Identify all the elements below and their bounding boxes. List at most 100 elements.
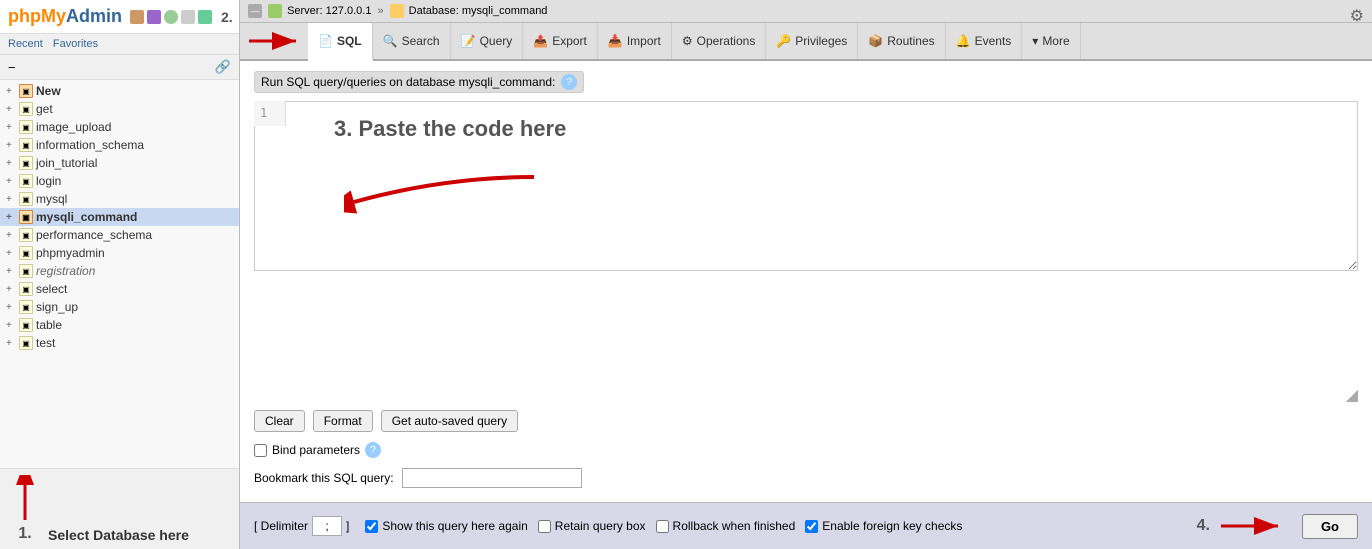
tab-privileges[interactable]: 🔑 Privileges [766,23,858,59]
logo-icons: 2. [130,9,233,25]
delimiter-input[interactable] [312,516,342,536]
sql-header-bar: Run SQL query/queries on database mysqli… [254,71,584,93]
list-item[interactable]: + ▣ test [0,334,239,352]
tab-more[interactable]: ▾ More [1022,23,1080,59]
list-item[interactable]: + ▣ sign_up [0,298,239,316]
logo-admin: Admin [66,6,122,26]
clear-button[interactable]: Clear [254,410,305,432]
tab-query[interactable]: 📝 Query [451,23,524,59]
tab-export[interactable]: 📤 Export [523,23,598,59]
options-group: Show this query here again Retain query … [365,519,1180,533]
db-icon [147,10,161,24]
content-area: Run SQL query/queries on database mysqli… [240,61,1372,549]
database-list: + ▣ New + ▣ get + ▣ image_upload + ▣ inf… [0,80,239,468]
format-button[interactable]: Format [313,410,373,432]
favorites-link[interactable]: Favorites [53,38,98,50]
help-icon[interactable]: ? [561,74,577,90]
sql-tab-label: SQL [337,34,362,48]
foreign-key-option: Enable foreign key checks [805,519,962,533]
retain-query-checkbox[interactable] [538,520,551,533]
breadcrumb-server: Server: 127.0.0.1 [268,4,371,18]
window-close-button[interactable]: — [248,4,262,18]
logo-header: phpMyAdmin 2. [0,0,239,34]
list-item[interactable]: + ▣ performance_schema [0,226,239,244]
routines-tab-label: Routines [887,34,934,48]
tab-routines[interactable]: 📦 Routines [858,23,945,59]
bind-params-help-icon[interactable]: ? [365,442,381,458]
list-item[interactable]: + ▣ New [0,82,239,100]
list-item[interactable]: + ▣ information_schema [0,136,239,154]
list-item[interactable]: + ▣ login [0,172,239,190]
bind-params-checkbox[interactable] [254,444,267,457]
events-tab-icon: 🔔 [956,34,971,48]
retain-query-option: Retain query box [538,519,646,533]
resize-handle[interactable] [1346,390,1358,402]
tab-import[interactable]: 📥 Import [598,23,672,59]
sql-editor[interactable] [254,101,1358,271]
db-label: mysql [36,192,67,206]
list-item-selected[interactable]: + ▣ mysqli_command [0,208,239,226]
db-folder-icon: ▣ [19,264,33,278]
expand-icon: + [6,122,16,133]
sql-editor-wrapper: 1 3. Paste the code here [254,101,1358,402]
tab-operations[interactable]: ⚙ Operations [672,23,766,59]
main-content: — Server: 127.0.0.1 » Database: mysqli_c… [240,0,1372,549]
minus-icon[interactable]: − [8,60,16,75]
privileges-tab-label: Privileges [795,34,847,48]
operations-tab-label: Operations [697,34,756,48]
list-item[interactable]: + ▣ table [0,316,239,334]
db-bread-icon [390,4,404,18]
export-tab-label: Export [552,34,587,48]
expand-icon: + [6,284,16,295]
list-item[interactable]: + ▣ join_tutorial [0,154,239,172]
sql-panel-header: Run SQL query/queries on database mysqli… [254,71,1358,93]
routines-tab-icon: 📦 [868,34,883,48]
db-folder-icon: ▣ [19,84,33,98]
sidebar-nav: Recent Favorites [0,34,239,55]
bind-params-row: Bind parameters ? [254,442,1358,458]
logo: phpMyAdmin [8,6,122,27]
go-button[interactable]: Go [1302,514,1358,539]
foreign-key-label: Enable foreign key checks [822,519,962,533]
bookmark-input[interactable] [402,468,582,488]
list-item[interactable]: + ▣ get [0,100,239,118]
import-tab-label: Import [627,34,661,48]
tab-events[interactable]: 🔔 Events [946,23,1023,59]
list-item[interactable]: + ▣ mysql [0,190,239,208]
list-item[interactable]: + ▣ select [0,280,239,298]
db-label: join_tutorial [36,156,97,170]
green-icon [198,10,212,24]
step1-arrow [10,475,40,525]
db-folder-icon: ▣ [19,282,33,296]
db-text: Database: mysqli_command [409,5,548,17]
rollback-checkbox[interactable] [656,520,669,533]
link-icon[interactable]: 🔗 [215,59,231,75]
recent-link[interactable]: Recent [8,38,43,50]
foreign-key-checkbox[interactable] [805,520,818,533]
expand-icon: + [6,212,16,223]
expand-icon: + [6,320,16,331]
expand-icon: + [6,158,16,169]
show-query-label: Show this query here again [382,519,527,533]
db-label: registration [36,264,95,278]
step1-num: 1. [18,525,31,543]
db-folder-icon: ▣ [19,192,33,206]
db-folder-icon: ▣ [19,336,33,350]
tab-search[interactable]: 🔍 Search [373,23,451,59]
db-folder-icon: ▣ [19,174,33,188]
list-item[interactable]: + ▣ registration [0,262,239,280]
settings-icon [181,10,195,24]
db-label: table [36,318,62,332]
list-item[interactable]: + ▣ image_upload [0,118,239,136]
db-label: select [36,282,67,296]
db-folder-icon: ▣ [19,300,33,314]
db-folder-icon: ▣ [19,318,33,332]
expand-icon: + [6,248,16,259]
db-label: sign_up [36,300,78,314]
tab-sql[interactable]: 📄 SQL [308,23,373,61]
list-item[interactable]: + ▣ phpmyadmin [0,244,239,262]
expand-icon: + [6,266,16,277]
query-tab-label: Query [480,34,513,48]
show-query-checkbox[interactable] [365,520,378,533]
autosave-button[interactable]: Get auto-saved query [381,410,518,432]
